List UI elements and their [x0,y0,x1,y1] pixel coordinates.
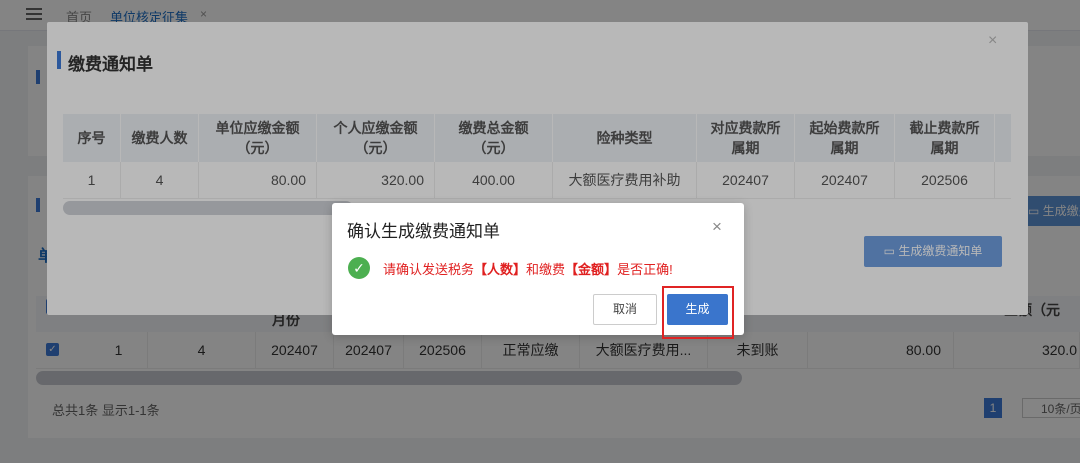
confirm-dialog-message: 请确认发送税务【人数】和缴费【金额】是否正确! [383,262,673,277]
success-check-icon: ✓ [348,257,370,279]
confirm-dialog-close-icon[interactable]: × [712,217,722,237]
cancel-button[interactable]: 取消 [593,294,657,325]
annotation-highlight-box [662,286,734,339]
confirm-dialog-title: 确认生成缴费通知单 [347,222,500,241]
